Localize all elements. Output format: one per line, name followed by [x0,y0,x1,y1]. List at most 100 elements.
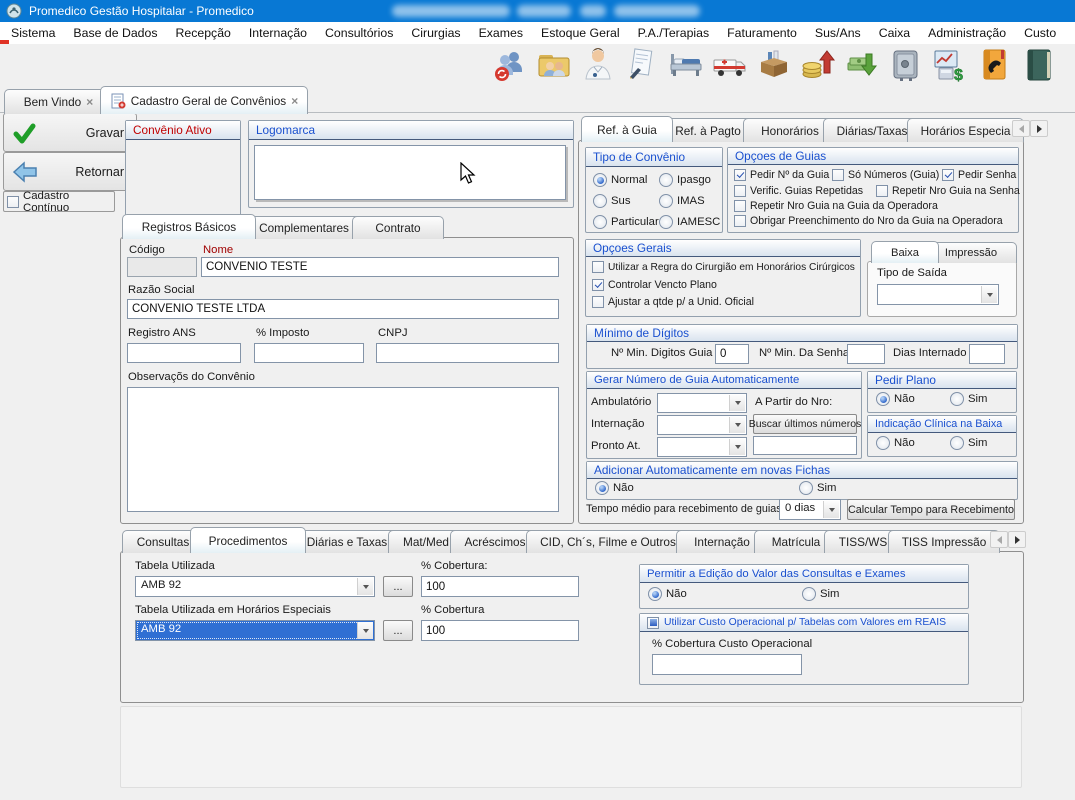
toolbar-button-patients[interactable] [535,46,573,84]
dias-internado-input[interactable] [969,344,1005,364]
cobertura2-input[interactable] [421,620,579,641]
pedir-plano-radio-sim[interactable]: Sim [950,392,987,406]
indicacao-radio-sim[interactable]: Sim [950,436,987,450]
tab-cadastro-geral-de-convenios[interactable]: Cadastro Geral de Convênios × [100,86,308,114]
menu-item-internacao[interactable]: Internação [240,23,316,43]
tab-horarios-especiais[interactable]: Horários Especia [907,118,1024,142]
indicacao-radio-nao[interactable]: Não [876,436,915,450]
tipo-de-saida-dropdown[interactable] [877,284,999,305]
internacao-dropdown[interactable] [657,415,747,435]
menu-item-sus-ans[interactable]: Sus/Ans [806,23,870,43]
check-regra-cirurgiao[interactable]: Utilizar a Regra do Cirurgião em Honorár… [592,261,855,273]
calcular-tempo-button[interactable]: Calcular Tempo para Recebimento [847,499,1015,520]
proc-tabs-scroll-left[interactable] [990,531,1008,548]
tab-ref-a-guia[interactable]: Ref. à Guia [581,116,673,142]
menu-item-estoque-geral[interactable]: Estoque Geral [532,23,629,43]
tabela-especiais-dropdown[interactable]: AMB 92 [135,620,375,641]
radio-ipasgo[interactable]: Ipasgo [659,173,711,187]
radio-sus[interactable]: Sus [593,194,630,208]
tab-procedimentos[interactable]: Procedimentos [190,527,306,553]
close-icon[interactable]: × [86,96,93,108]
check-pedir-senha[interactable]: Pedir Senha [942,169,1016,181]
close-icon[interactable]: × [291,95,298,107]
check-repetir-nro-guia-operadora[interactable]: Repetir Nro Guia na Guia da Operadora [734,200,938,212]
minimo-de-digitos-title: Mínimo de Dígitos [587,325,1017,342]
menu-item-recepcao[interactable]: Recepção [167,23,240,43]
check-pedir-no-da-guia[interactable]: Pedir Nº da Guia [734,169,829,181]
adicionar-radio-sim[interactable]: Sim [799,481,836,495]
retornar-button[interactable]: Retornar [3,152,137,191]
menu-item-base-de-dados[interactable]: Base de Dados [64,23,166,43]
check-repetir-nro-guia-senha[interactable]: Repetir Nro Guia na Senha [876,185,1020,197]
menu-item-faturamento[interactable]: Faturamento [718,23,806,43]
tab-diarias-e-taxas[interactable]: Diárias e Taxas [292,530,402,553]
tab-registros-basicos[interactable]: Registros Básicos [122,214,256,239]
radio-particular[interactable]: Particular [593,215,659,229]
a-partir-do-nro-input[interactable] [753,436,857,455]
cnpj-input[interactable] [376,343,559,363]
proc-tabs-scroll-right[interactable] [1008,531,1026,548]
tabela-utilizada-dropdown[interactable]: AMB 92 [135,576,375,597]
menu-item-bi[interactable]: BI [1065,23,1075,43]
check-obrigar-preenchimento-nro[interactable]: Obrigar Preenchimento do Nro da Guia na … [734,215,1003,227]
observacoes-textarea[interactable] [127,387,559,512]
toolbar-button-billing[interactable]: $ [931,46,969,84]
buscar-ultimos-numeros-button[interactable]: Buscar últimos números [753,414,857,434]
toolbar-button-contract[interactable] [623,46,661,84]
razao-social-input[interactable] [127,299,559,319]
cobertura1-input[interactable] [421,576,579,597]
nome-input[interactable] [201,257,559,277]
menu-item-administracao[interactable]: Administração [919,23,1015,43]
tabela-especiais-browse-button[interactable]: ... [383,620,413,641]
tab-complementares[interactable]: Complementares [242,216,366,239]
pronto-at-dropdown[interactable] [657,437,747,457]
toolbar-button-hospital-bed[interactable] [667,46,705,84]
tab-cid-chs-filme-outros[interactable]: CID, Ch´s, Filme e Outros [526,530,690,553]
toolbar-button-stock[interactable] [755,46,793,84]
toolbar-button-doctor[interactable] [579,46,617,84]
ambulatorio-dropdown[interactable] [657,393,747,413]
menu-item-consultorios[interactable]: Consultórios [316,23,402,43]
gravar-button[interactable]: Gravar [3,113,137,152]
menu-item-sistema[interactable]: Sistema [2,23,64,43]
check-verific-guias-repetidas[interactable]: Verific. Guias Repetidas [734,185,863,197]
min-senha-input[interactable] [847,344,885,364]
cadastro-continuo-checkbox[interactable]: Cadastro Contínuo [3,191,115,212]
toolbar-button-ledger[interactable] [1019,46,1075,84]
toolbar-button-ambulance[interactable] [711,46,749,84]
radio-imas[interactable]: IMAS [659,194,705,208]
toolbar-button-expense[interactable] [843,46,881,84]
menu-item-pa-terapias[interactable]: P.A./Terapias [629,23,719,43]
radio-iamesc[interactable]: IAMESC [659,215,720,229]
adicionar-radio-nao[interactable]: Não [595,481,634,495]
min-digitos-guia-input[interactable] [715,344,749,364]
guia-tabs-scroll-right[interactable] [1030,120,1048,137]
menu-item-custo[interactable]: Custo [1015,23,1065,43]
toolbar-button-revenue[interactable] [799,46,837,84]
toolbar-button-phonebook[interactable] [975,46,1013,84]
toolbar-button-sync-users[interactable] [491,46,529,84]
guia-tabs-scroll-left[interactable] [1012,120,1030,137]
menu-item-caixa[interactable]: Caixa [870,23,919,43]
registro-ans-input[interactable] [127,343,241,363]
imposto-input[interactable] [254,343,364,363]
tab-baixa[interactable]: Baixa [871,241,939,263]
menu-item-exames[interactable]: Exames [470,23,532,43]
tempo-medio-dropdown[interactable]: 0 dias [779,499,841,520]
tab-bem-vindo[interactable]: Bem Vindo × [4,89,113,114]
permitir-radio-nao[interactable]: Não [648,587,687,601]
toolbar-button-safe[interactable] [887,46,925,84]
menu-item-cirurgias[interactable]: Cirurgias [402,23,469,43]
tabela-browse-button[interactable]: ... [383,576,413,597]
radio-normal[interactable]: Normal [593,173,647,187]
custo-operacional-checkbox[interactable] [647,617,659,629]
check-controlar-vencto-plano[interactable]: Controlar Vencto Plano [592,279,717,291]
permitir-radio-sim[interactable]: Sim [802,587,839,601]
tab-tiss-impressao[interactable]: TISS Impressão [888,530,1000,553]
logomarca-image-box[interactable] [254,145,566,200]
check-so-numeros-guia[interactable]: Só Números (Guia) [832,169,939,181]
tab-contrato[interactable]: Contrato [352,216,444,239]
cobertura-custo-input[interactable] [652,654,802,675]
check-ajustar-qtde-unid-oficial[interactable]: Ajustar a qtde p/ a Unid. Oficial [592,296,754,308]
pedir-plano-radio-nao[interactable]: Não [876,392,915,406]
